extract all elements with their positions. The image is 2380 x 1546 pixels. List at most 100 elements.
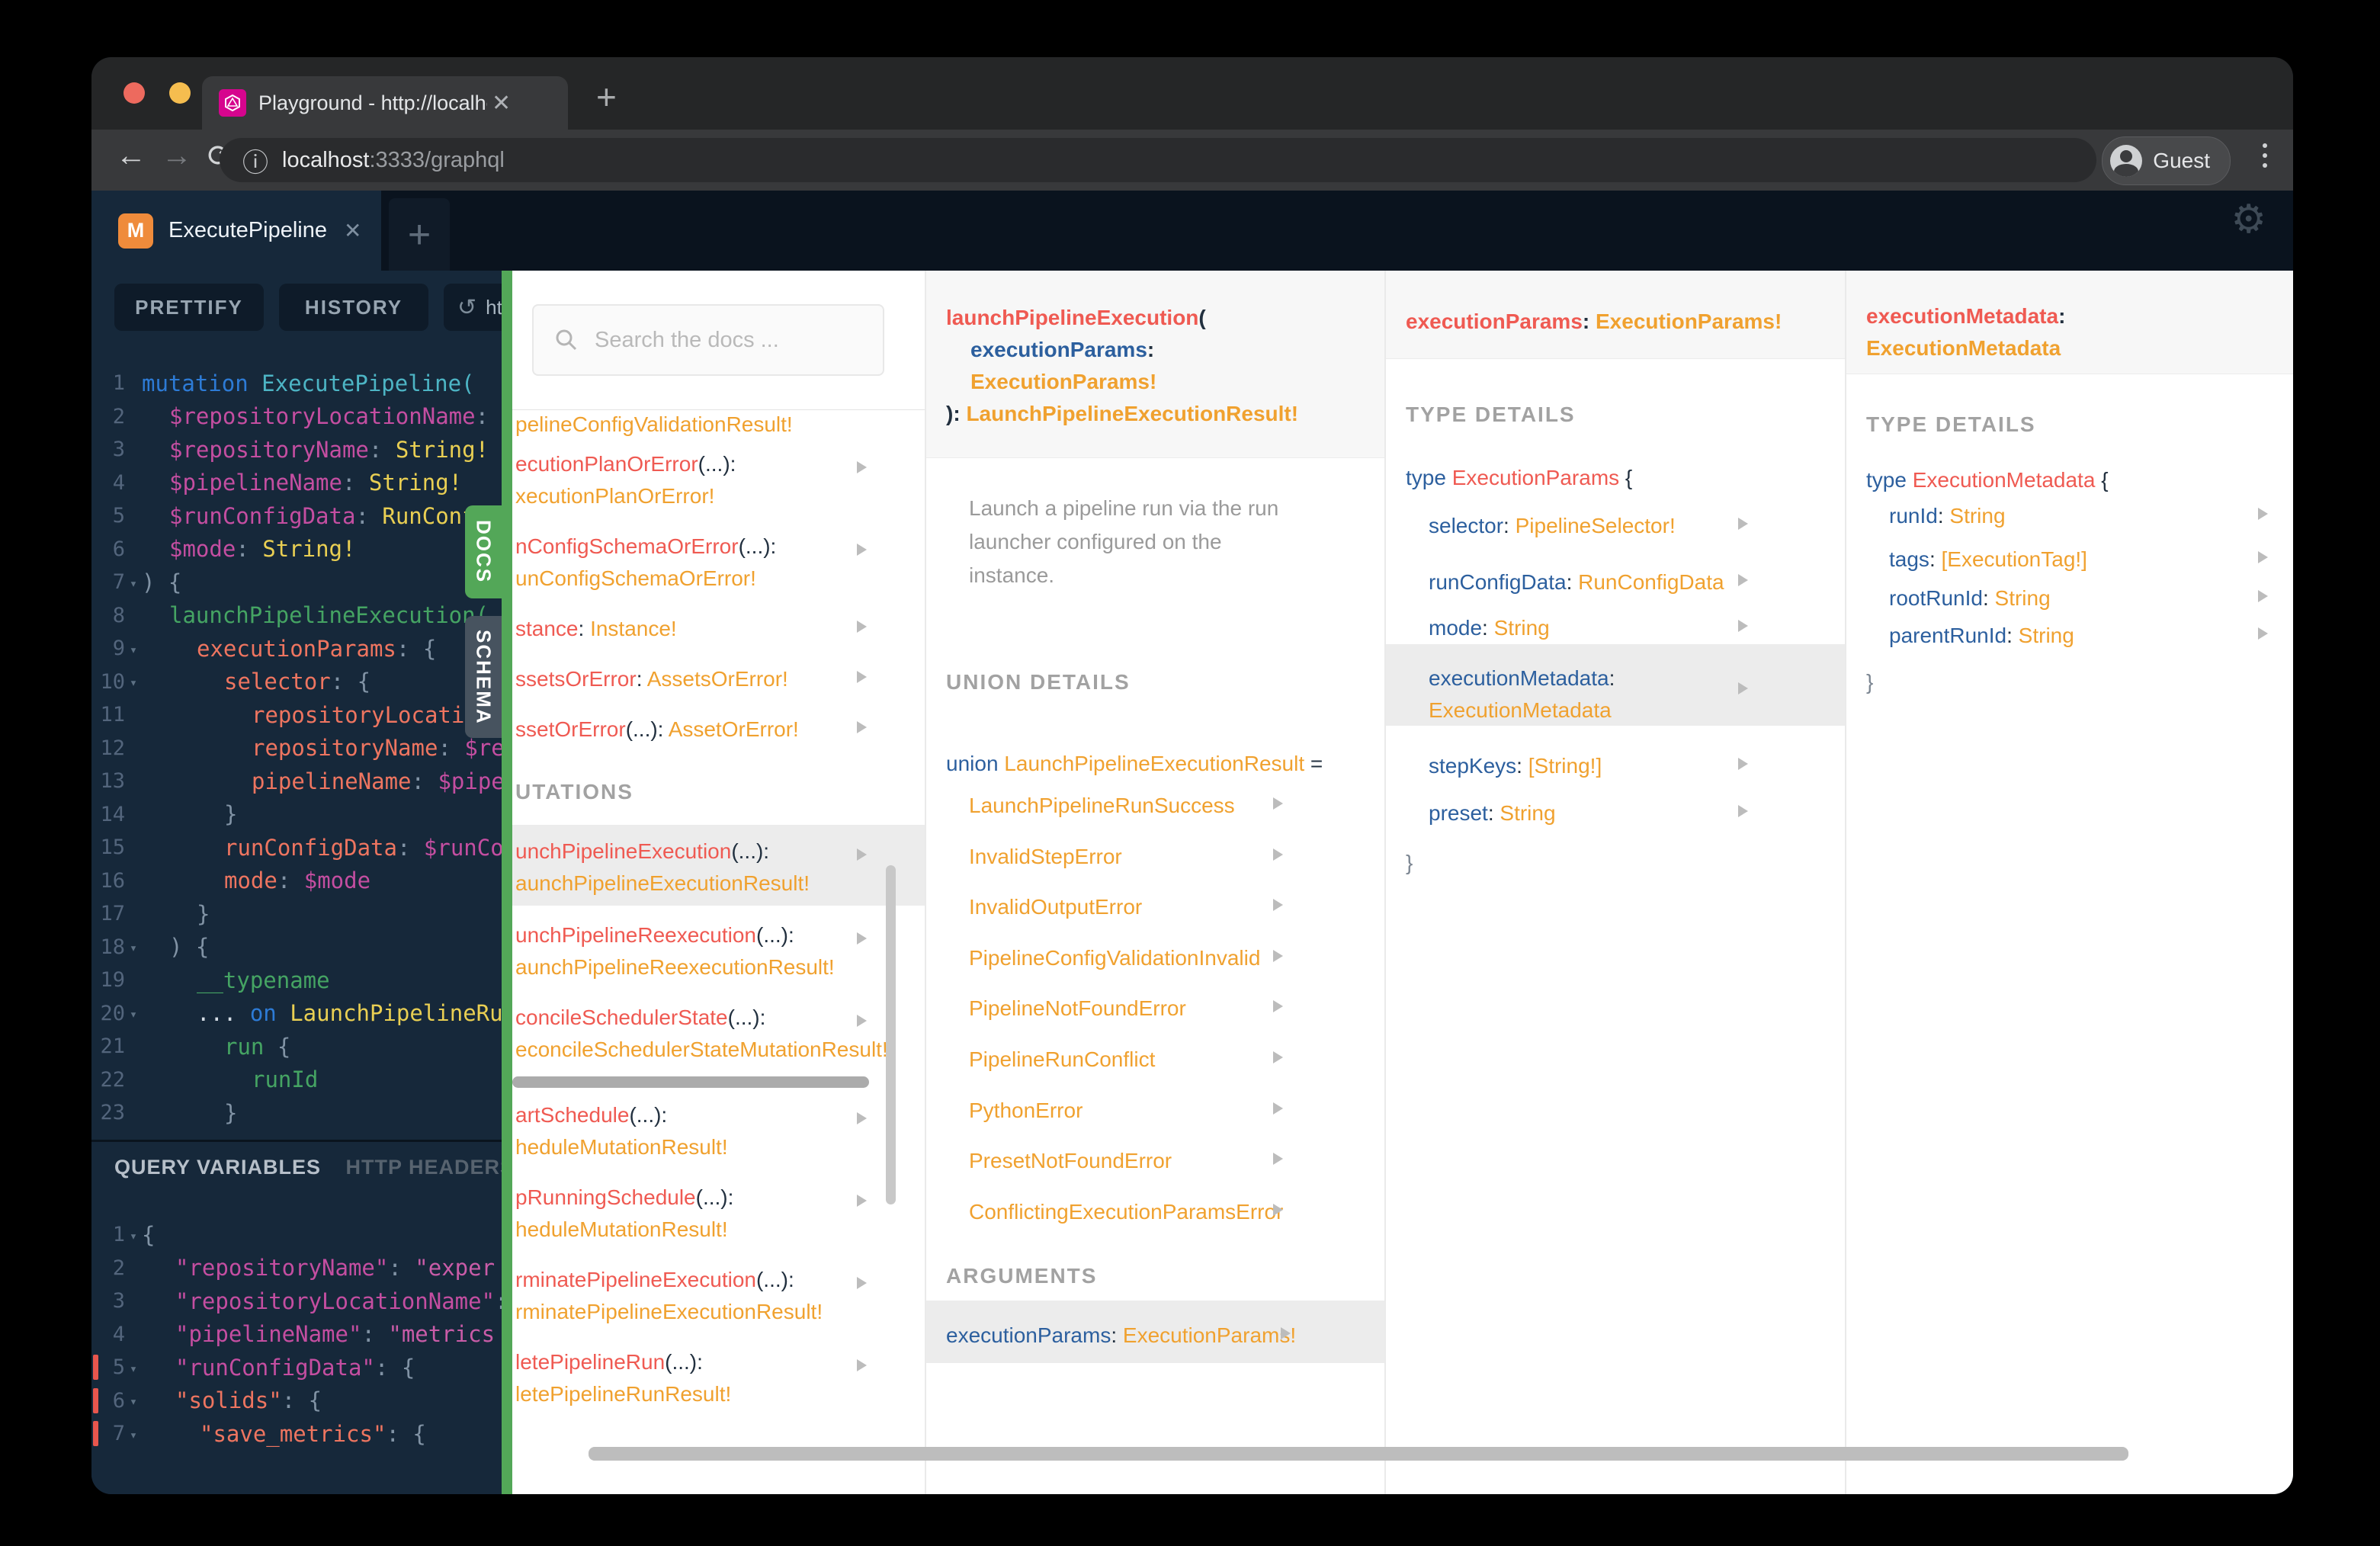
docs-entry[interactable]: letePipelineRun(...): — [515, 1349, 703, 1375]
code-line[interactable]: 20▾ ... on LaunchPipelineRunSuccess — [91, 997, 512, 1031]
chevron-right-icon[interactable] — [857, 621, 867, 633]
chevron-right-icon[interactable] — [1273, 1153, 1283, 1165]
fold-arrow-icon[interactable]: ▾ — [125, 1004, 142, 1022]
docs-entry[interactable]: type ExecutionMetadata { — [1866, 467, 2109, 493]
endpoint-reload-icon[interactable]: ↺ — [457, 294, 476, 321]
docs-entry[interactable]: ExecutionMetadata — [1866, 335, 2061, 361]
chevron-right-icon[interactable] — [2258, 551, 2268, 563]
chevron-right-icon[interactable] — [857, 671, 867, 683]
docs-entry[interactable]: concileSchedulerState(...): — [515, 1005, 765, 1031]
docs-entry[interactable]: artSchedule(...): — [515, 1102, 667, 1128]
docs-entry[interactable]: ARGUMENTS — [946, 1263, 1097, 1289]
docs-entry[interactable]: executionParams: — [970, 337, 1154, 363]
code-line[interactable]: 6 $mode: String! — [91, 533, 512, 566]
code-line[interactable]: 19 __typename — [91, 964, 512, 997]
docs-entry[interactable]: heduleMutationResult! — [515, 1134, 728, 1160]
chevron-right-icon[interactable] — [1738, 682, 1748, 694]
code-line[interactable]: 22 runId — [91, 1063, 512, 1097]
fold-arrow-icon[interactable]: ▾ — [125, 672, 142, 691]
chevron-right-icon[interactable] — [1738, 518, 1748, 530]
code-line[interactable]: 3 $repositoryName: String! — [91, 433, 512, 467]
code-line[interactable]: 10 ▾ selector: { — [91, 666, 512, 699]
tab-close-icon[interactable]: ✕ — [492, 90, 511, 117]
code-line[interactable]: 4 $pipelineName: String! — [91, 467, 512, 500]
docs-entry[interactable]: stepKeys: [String!] — [1429, 753, 1602, 779]
docs-entry[interactable]: stance: Instance! — [515, 616, 677, 642]
fold-arrow-icon[interactable]: ▾ — [125, 1425, 142, 1443]
docs-entry[interactable]: xecutionPlanOrError! — [515, 483, 714, 509]
docs-entry[interactable]: PipelineRunConflict — [969, 1047, 1155, 1073]
column-horizontal-scrollbar[interactable] — [512, 1076, 869, 1088]
chevron-right-icon[interactable] — [1273, 1051, 1283, 1063]
docs-entry[interactable]: InvalidStepError — [969, 844, 1122, 870]
docs-entry[interactable]: unchPipelineExecution(...): — [515, 839, 769, 864]
chevron-right-icon[interactable] — [2258, 590, 2268, 602]
code-line[interactable]: 11repositoryLocationName: $repositoryLoc… — [91, 698, 512, 732]
docs-entry[interactable]: tags: [ExecutionTag!] — [1889, 547, 2087, 573]
workspace-tab-executepipeline[interactable]: M ExecutePipeline ✕ — [91, 191, 381, 271]
docs-entry[interactable]: PythonError — [969, 1098, 1083, 1124]
fold-arrow-icon[interactable]: ▾ — [125, 938, 142, 956]
docs-entry[interactable]: Launch a pipeline run via the run — [969, 496, 1278, 521]
chevron-right-icon[interactable] — [857, 1195, 867, 1207]
docs-entry[interactable]: launcher configured on the — [969, 529, 1222, 555]
docs-entry[interactable]: executionParams: ExecutionParams! — [1406, 309, 1782, 335]
docs-entry[interactable]: UTATIONS — [515, 779, 633, 805]
fold-arrow-icon[interactable]: ▾ — [125, 1226, 142, 1244]
chevron-right-icon[interactable] — [857, 932, 867, 945]
code-line[interactable]: 15 runConfigData: $runConfigData — [91, 831, 512, 864]
history-button[interactable]: HISTORY — [279, 284, 428, 331]
chevron-right-icon[interactable] — [1738, 574, 1748, 586]
code-line[interactable]: 1 mutation ExecutePipeline( — [91, 367, 512, 400]
docs-entry[interactable]: pelineConfigValidationResult! — [515, 412, 793, 438]
chevron-right-icon[interactable] — [2258, 627, 2268, 640]
docs-entry[interactable]: selector: PipelineSelector! — [1429, 513, 1676, 539]
code-line[interactable]: 5 ▾ "runConfigData": { — [91, 1351, 512, 1384]
docs-entry[interactable]: runConfigData: RunConfigData — [1429, 569, 1724, 595]
close-window-button[interactable] — [123, 82, 145, 104]
chevron-right-icon[interactable] — [857, 1277, 867, 1289]
chevron-right-icon[interactable] — [857, 461, 867, 473]
docs-entry[interactable]: ssetsOrError: AssetsOrError! — [515, 666, 788, 692]
code-line[interactable]: 14} — [91, 798, 512, 832]
tab-query-variables[interactable]: QUERY VARIABLES — [114, 1156, 321, 1179]
docs-search-box[interactable] — [532, 304, 884, 376]
chevron-right-icon[interactable] — [1281, 1327, 1291, 1339]
browser-tab[interactable]: Playground - http://localhost:3 ✕ — [202, 76, 568, 130]
docs-entry[interactable]: } — [1866, 669, 1873, 695]
new-workspace-tab-button[interactable]: + — [389, 198, 450, 271]
code-line[interactable]: 3 "repositoryLocationName": — [91, 1285, 512, 1318]
code-line[interactable]: 23} — [91, 1096, 512, 1130]
browser-menu-icon[interactable] — [2263, 143, 2267, 168]
docs-entry[interactable]: ExecutionMetadata — [1429, 698, 1612, 723]
workspace-tab-close-icon[interactable]: ✕ — [344, 218, 361, 243]
docs-entry[interactable]: mode: String — [1429, 615, 1550, 641]
chevron-right-icon[interactable] — [1273, 848, 1283, 861]
docs-entry[interactable]: executionMetadata: — [1866, 303, 2065, 329]
variables-editor[interactable]: 1 ▾{2 "repositoryName": "exper 3 "repository… — [91, 1218, 512, 1451]
docs-entry[interactable]: union LaunchPipelineExecutionResult = — [946, 751, 1323, 777]
code-line[interactable]: 17} — [91, 897, 512, 931]
tab-http-headers[interactable]: HTTP HEADERS — [346, 1156, 513, 1179]
code-line[interactable]: 18 ▾) { — [91, 931, 512, 964]
profile-button[interactable]: Guest — [2102, 136, 2231, 185]
docs-entry[interactable]: nConfigSchemaOrError(...): — [515, 534, 776, 560]
code-line[interactable]: 5 $runConfigData: RunConfigData! — [91, 499, 512, 533]
chevron-right-icon[interactable] — [857, 544, 867, 556]
docs-entry[interactable]: letePipelineRunResult! — [515, 1381, 731, 1407]
chevron-right-icon[interactable] — [857, 721, 867, 733]
site-info-icon[interactable]: ⓘ — [242, 142, 268, 179]
docs-search-input[interactable] — [593, 326, 871, 354]
chevron-right-icon[interactable] — [1273, 1204, 1283, 1216]
fold-arrow-icon[interactable]: ▾ — [125, 640, 142, 658]
docs-entry[interactable]: executionMetadata: — [1429, 666, 1615, 691]
docs-entry[interactable]: type ExecutionParams { — [1406, 465, 1632, 491]
code-line[interactable]: 13 pipelineName: $pipelineName — [91, 765, 512, 798]
docs-entry[interactable]: launchPipelineExecution( — [946, 305, 1206, 331]
docs-entry[interactable]: rminatePipelineExecutionResult! — [515, 1299, 823, 1325]
docs-entry[interactable]: preset: String — [1429, 800, 1556, 826]
code-line[interactable]: 7 ▾) { — [91, 566, 512, 599]
docs-entry[interactable]: executionParams: ExecutionParams! — [946, 1323, 1296, 1349]
docs-entry[interactable]: TYPE DETAILS — [1866, 412, 2036, 438]
docs-entry[interactable]: ecutionPlanOrError(...): — [515, 451, 736, 477]
